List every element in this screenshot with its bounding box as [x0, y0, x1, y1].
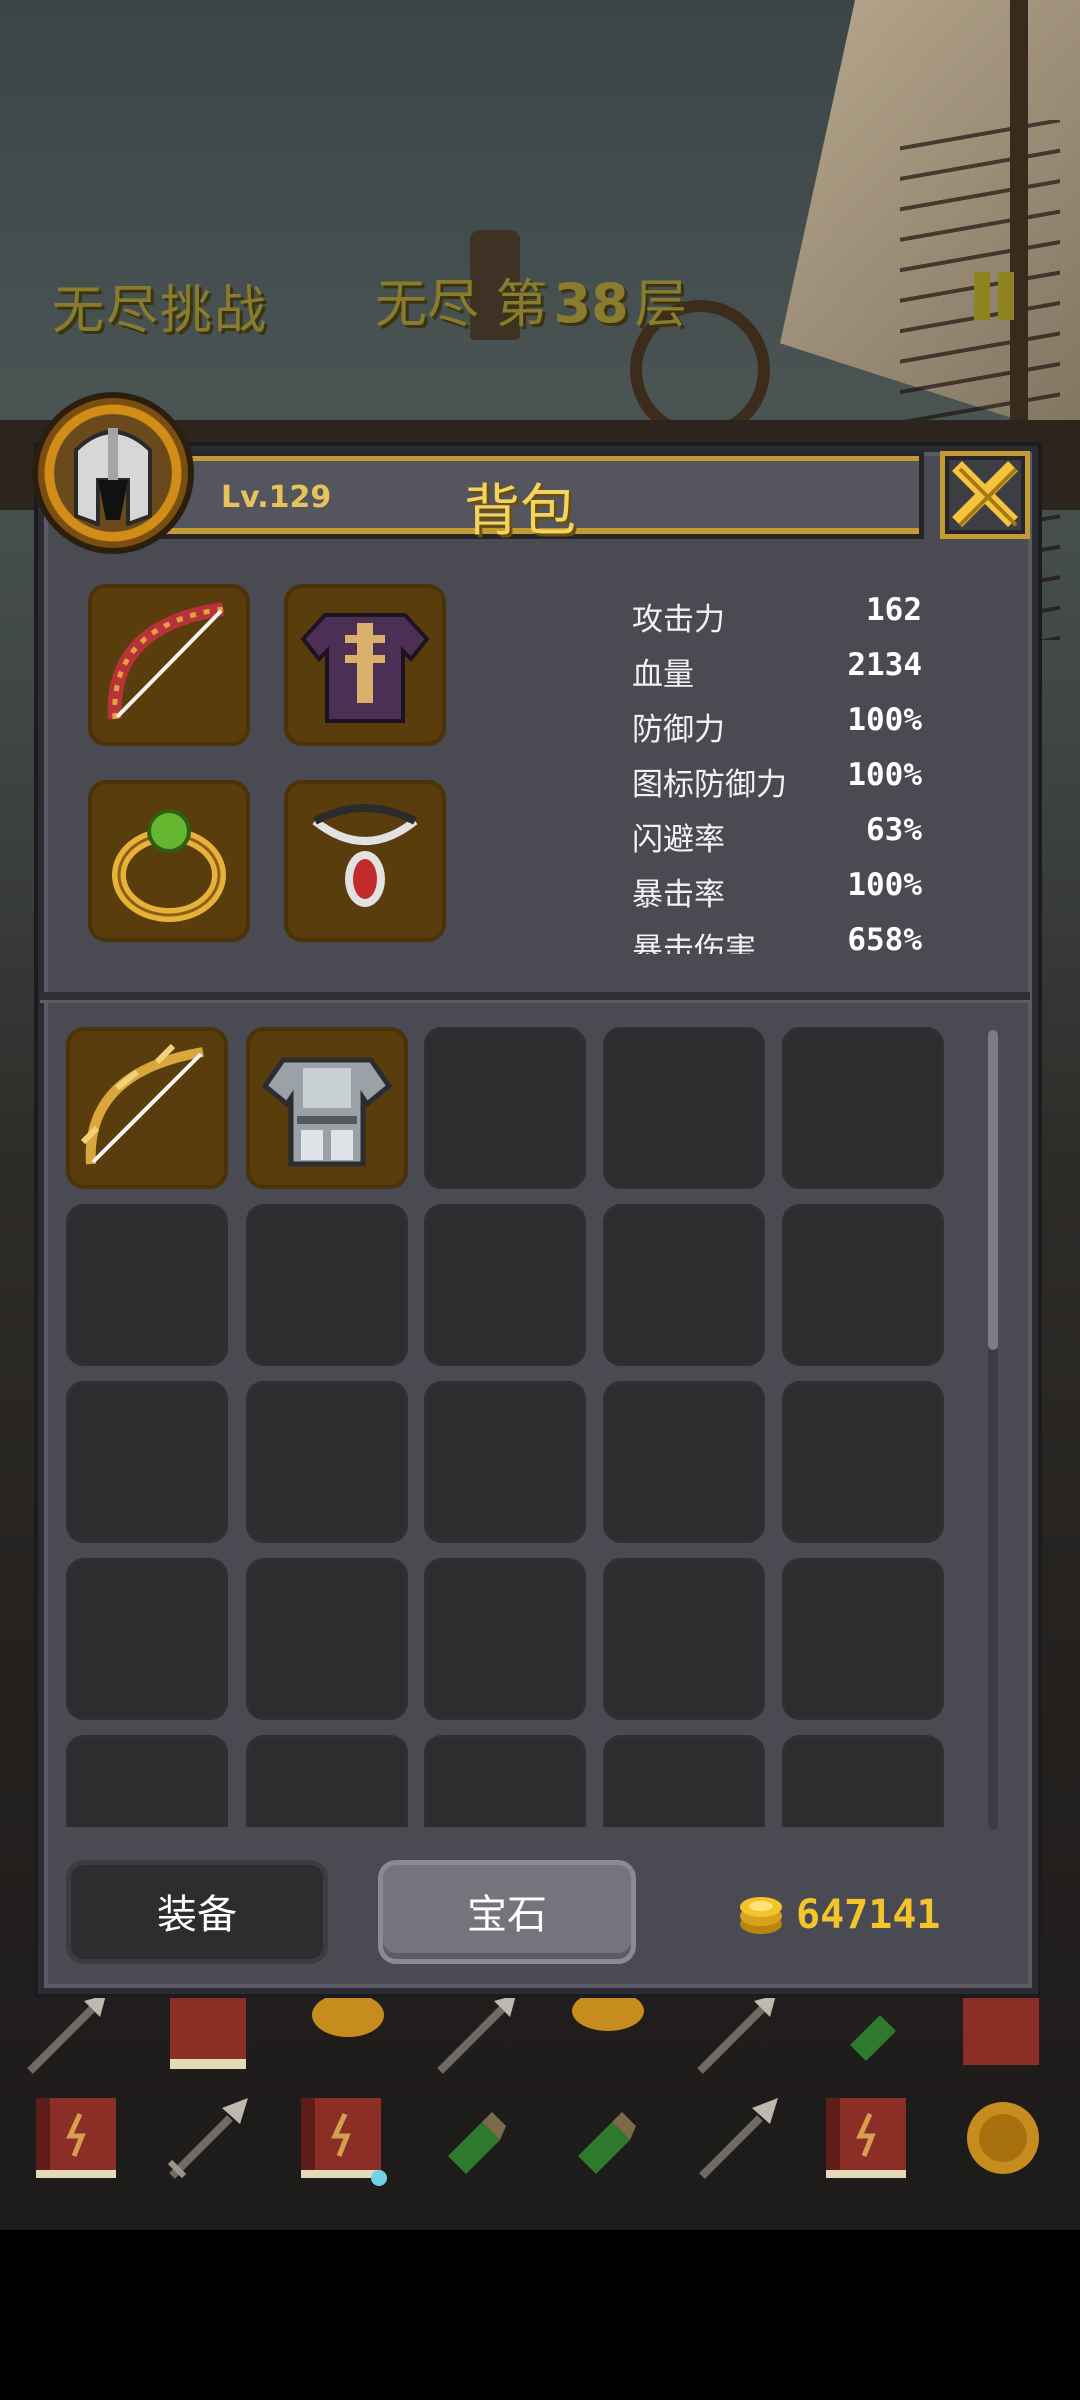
inventory-slot[interactable] [424, 1381, 586, 1543]
stat-label: 暴击伤害 [632, 932, 756, 954]
stat-row-attack: 攻击力 162 [632, 588, 922, 643]
equipped-ring-slot[interactable] [88, 780, 250, 942]
red-book-icon [820, 2090, 916, 2186]
inventory-slot[interactable] [782, 1204, 944, 1366]
steel-armor-icon [261, 1057, 393, 1167]
gold-coin-stack-icon [740, 1897, 782, 1934]
equip-tab-button[interactable]: 装备 [66, 1860, 328, 1964]
red-book-icon [295, 2090, 391, 2186]
stat-label: 防御力 [632, 712, 725, 748]
arrow-icon [690, 1985, 786, 2081]
inventory-slot[interactable] [424, 1027, 586, 1189]
gem-tab-button[interactable]: 宝石 [378, 1860, 636, 1964]
green-potion-icon [830, 1985, 926, 2081]
floor-suffix: 层 [634, 275, 687, 335]
endless-mode-label: 无尽挑战 [52, 281, 269, 341]
inventory-slot[interactable] [246, 1558, 408, 1720]
inventory-slot[interactable] [66, 1558, 228, 1720]
stats-list: 攻击力 162 血量 2134 防御力 100% 图标防御力 100% 闪避率 63% 暴… [632, 588, 922, 954]
avatar[interactable] [32, 392, 194, 554]
close-x-icon [952, 461, 1018, 527]
inventory-slot[interactable] [603, 1558, 765, 1720]
gold-ring-icon [112, 809, 226, 922]
inventory-slot[interactable] [66, 1027, 228, 1189]
floor-indicator: 无尽 第 38 层 [375, 262, 687, 337]
inventory-slot[interactable] [603, 1735, 765, 1827]
knight-helmet-icon [74, 428, 152, 526]
gold-coin-icon [955, 2090, 1051, 2186]
equipped-weapon-slot[interactable] [88, 584, 250, 746]
inventory-slot[interactable] [66, 1381, 228, 1543]
backpack-title-bar: Lv.129 背包 [116, 451, 924, 544]
stat-row-defense: 防御力 100% [632, 698, 922, 753]
red-book-icon [160, 1985, 256, 2081]
stat-value: 100% [847, 702, 922, 738]
red-book-icon [955, 1985, 1051, 2081]
inventory-slot[interactable] [246, 1027, 408, 1189]
golden-bow-icon [80, 1043, 204, 1165]
equipped-necklace-slot[interactable] [284, 780, 446, 942]
panel-divider [40, 992, 1030, 1000]
floor-prefix: 无尽 第 [375, 275, 548, 335]
inventory-slot[interactable] [66, 1735, 228, 1827]
inventory-slot[interactable] [246, 1735, 408, 1827]
arrow-icon [160, 2090, 256, 2186]
red-book-icon [30, 2090, 126, 2186]
inventory-slot[interactable] [782, 1558, 944, 1720]
arrow-icon [20, 1985, 116, 2081]
green-potion-icon [430, 2090, 526, 2186]
inventory-slot[interactable] [603, 1381, 765, 1543]
green-potion-icon [560, 2090, 656, 2186]
scrollbar-thumb[interactable] [988, 1030, 998, 1350]
gold-amount: 647141 [796, 1892, 941, 1938]
stat-row-dodge: 闪避率 63% [632, 808, 922, 863]
inventory-slot[interactable] [782, 1735, 944, 1827]
inventory-slot[interactable] [603, 1027, 765, 1189]
inventory-slot[interactable] [66, 1204, 228, 1366]
gold-coin-icon [560, 1985, 656, 2081]
inventory-slot[interactable] [246, 1381, 408, 1543]
inventory-scrollbar[interactable] [988, 1030, 998, 1830]
stat-value: 100% [847, 867, 922, 903]
stat-label: 血量 [632, 657, 694, 693]
inventory-slot[interactable] [782, 1381, 944, 1543]
page-title: 背包 [464, 479, 576, 544]
inventory-slot[interactable] [424, 1558, 586, 1720]
arrow-icon [690, 2090, 786, 2186]
stat-value: 658% [847, 922, 922, 954]
stat-row-crit-rate: 暴击率 100% [632, 863, 922, 918]
stat-label: 攻击力 [632, 602, 725, 638]
stat-value: 63% [866, 812, 922, 848]
gold-coin-icon [300, 1985, 396, 2081]
arrow-icon [430, 1985, 526, 2081]
inventory-slot[interactable] [782, 1027, 944, 1189]
purple-armor-icon [300, 613, 430, 723]
bow-icon [107, 602, 224, 720]
stat-label: 闪避率 [632, 822, 725, 858]
inventory-slot[interactable] [424, 1735, 586, 1827]
inventory-slot[interactable] [603, 1204, 765, 1366]
ruby-necklace-icon [312, 804, 418, 907]
stat-row-crit-damage: 暴击伤害 658% [632, 918, 922, 954]
pause-icon[interactable] [970, 272, 1018, 320]
floor-number: 38 [553, 272, 629, 335]
stat-value: 162 [866, 592, 922, 628]
stat-value: 100% [847, 757, 922, 793]
close-button[interactable] [940, 451, 1030, 539]
stat-value: 2134 [847, 647, 922, 683]
inventory-grid[interactable] [66, 1027, 956, 1827]
stat-row-icon-defense: 图标防御力 100% [632, 753, 922, 808]
inventory-slot[interactable] [424, 1204, 586, 1366]
inventory-slot[interactable] [246, 1204, 408, 1366]
equipped-armor-slot[interactable] [284, 584, 446, 746]
stat-label: 图标防御力 [632, 767, 787, 803]
stat-row-hp: 血量 2134 [632, 643, 922, 698]
stat-label: 暴击率 [632, 877, 725, 913]
